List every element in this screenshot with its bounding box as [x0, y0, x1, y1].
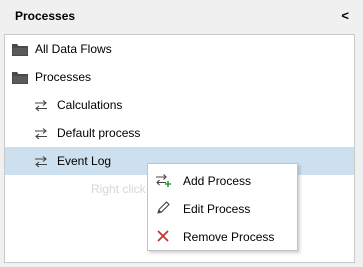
tree-item-label: Calculations — [57, 98, 123, 112]
right-click-hint: Right click — [91, 182, 146, 196]
menu-item-label: Add Process — [183, 174, 252, 188]
tree-item-processes[interactable]: Processes — [5, 63, 354, 91]
panel-header: Processes < — [0, 0, 363, 34]
add-process-menu-item[interactable]: Add Process — [148, 166, 297, 194]
menu-item-label: Edit Process — [183, 202, 251, 216]
tree-item-label: Processes — [35, 70, 92, 84]
panel-title: Processes — [15, 9, 76, 23]
add-process-icon — [155, 172, 171, 188]
tree-item-label: Event Log — [57, 154, 112, 168]
tree-item-label: All Data Flows — [35, 42, 112, 56]
process-arrows-icon — [33, 155, 49, 168]
tree-item-default-process[interactable]: Default process — [5, 119, 354, 147]
tree-item-calculations[interactable]: Calculations — [5, 91, 354, 119]
process-arrows-icon — [33, 99, 49, 112]
remove-process-menu-item[interactable]: Remove Process — [148, 222, 297, 250]
folder-icon — [12, 43, 28, 56]
context-menu: Add Process Edit Process Remove Process — [147, 163, 298, 251]
folder-icon — [12, 71, 28, 84]
edit-process-menu-item[interactable]: Edit Process — [148, 194, 297, 222]
collapse-panel-button[interactable]: < — [341, 8, 349, 23]
tree-item-label: Default process — [57, 126, 141, 140]
remove-x-icon — [155, 228, 171, 244]
menu-item-label: Remove Process — [183, 230, 275, 244]
process-arrows-icon — [33, 127, 49, 140]
pencil-icon — [155, 200, 171, 216]
tree-item-all-data-flows[interactable]: All Data Flows — [5, 35, 354, 63]
